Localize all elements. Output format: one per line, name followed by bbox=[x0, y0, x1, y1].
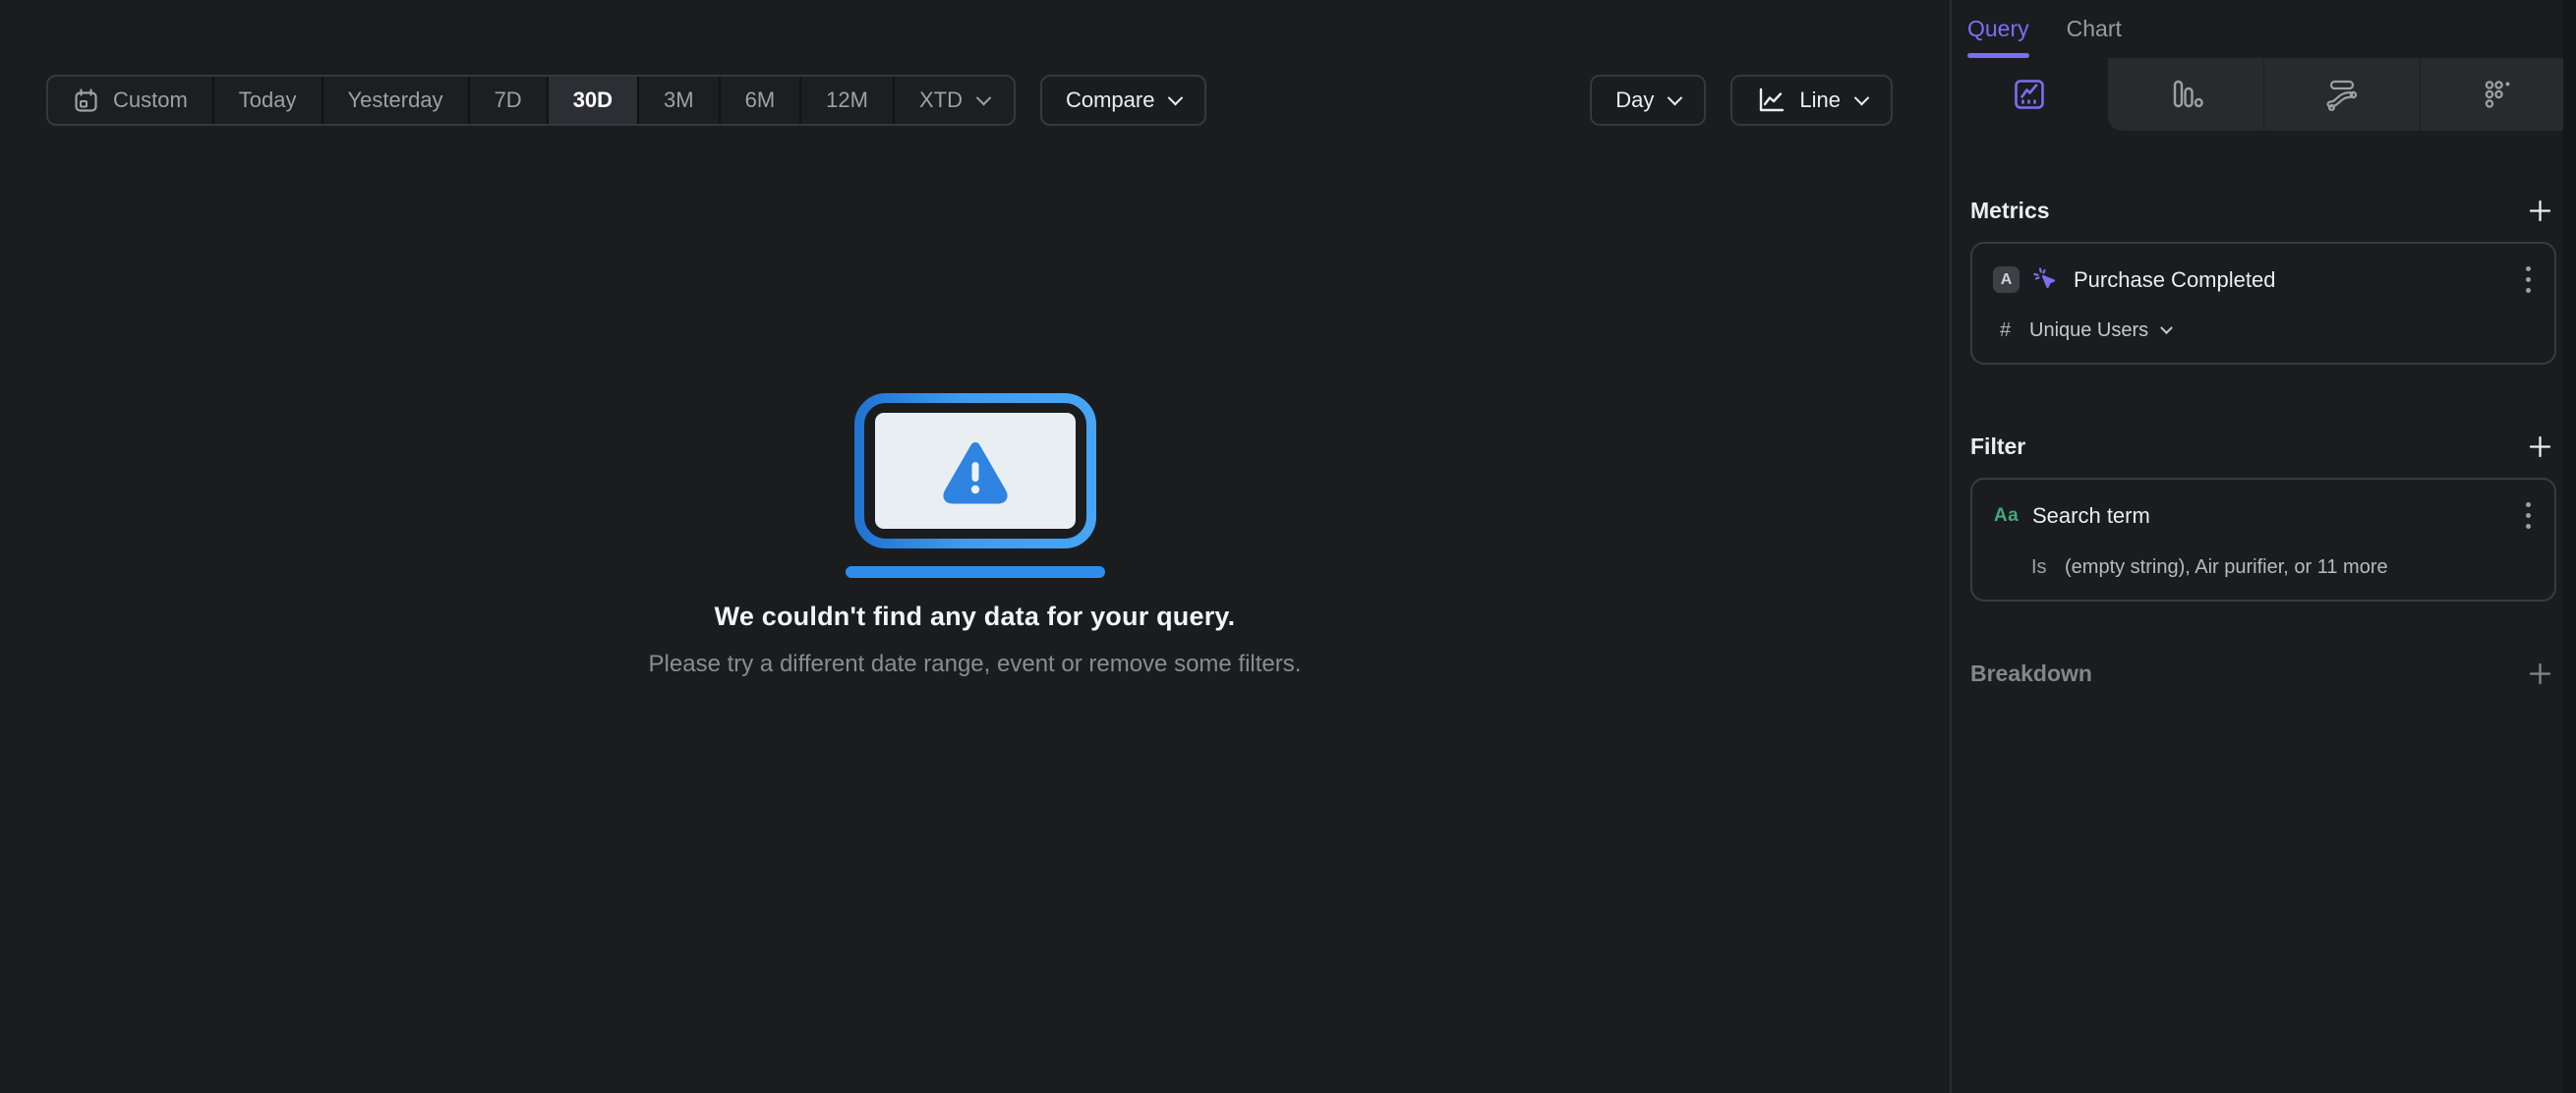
funnels-icon bbox=[2167, 76, 2204, 113]
query-type-tab-strip bbox=[1952, 58, 2576, 131]
chart-toolbar: Custom Today Yesterday 7D 30D 3M 6M 12M … bbox=[46, 75, 1893, 126]
empty-state: We couldn't find any data for your query… bbox=[0, 391, 1950, 678]
metric-card[interactable]: A Purchase Completed # Unique Users bbox=[1970, 242, 2556, 365]
metrics-heading: Metrics bbox=[1970, 197, 2050, 223]
compare-dropdown[interactable]: Compare bbox=[1039, 75, 1207, 126]
granularity-dropdown[interactable]: Day bbox=[1590, 75, 1707, 126]
tab-query[interactable]: Query bbox=[1967, 0, 2029, 58]
add-metric-button[interactable] bbox=[2523, 194, 2556, 227]
tab-chart[interactable]: Chart bbox=[2067, 0, 2122, 58]
add-breakdown-button[interactable] bbox=[2523, 657, 2556, 690]
query-type-insights-tab[interactable] bbox=[1952, 58, 2108, 131]
query-builder-sidebar: Query Chart Metrics A Purchase Completed… bbox=[1952, 0, 2576, 1093]
metric-event-name[interactable]: Purchase Completed bbox=[2074, 267, 2520, 293]
filter-operator[interactable]: Is bbox=[2031, 556, 2065, 579]
date-range-toolbar: Custom Today Yesterday 7D 30D 3M 6M 12M … bbox=[46, 75, 1207, 126]
query-type-retention-tab[interactable] bbox=[2419, 58, 2576, 131]
empty-state-title: We couldn't find any data for your query… bbox=[714, 602, 1236, 631]
filter-value[interactable]: (empty string), Air purifier, or 11 more bbox=[2065, 556, 2388, 579]
filter-card[interactable]: Aa Search term Is (empty string), Air pu… bbox=[1970, 478, 2556, 602]
range-30d-button[interactable]: 30D bbox=[548, 77, 640, 124]
query-type-funnels-tab[interactable] bbox=[2108, 58, 2263, 131]
chevron-down-icon bbox=[1853, 89, 1870, 105]
chevron-down-icon bbox=[2160, 321, 2174, 335]
chevron-down-icon bbox=[1668, 89, 1683, 105]
filter-kebab-menu[interactable] bbox=[2520, 498, 2537, 533]
count-hash-icon: # bbox=[2000, 319, 2012, 341]
aggregation-dropdown[interactable]: Unique Users bbox=[2029, 319, 2174, 342]
chart-display-toolbar: Day Line bbox=[1590, 75, 1893, 126]
range-12m-button[interactable]: 12M bbox=[801, 77, 895, 124]
metric-card-event-row: A Purchase Completed bbox=[1972, 262, 2554, 297]
retention-icon bbox=[2480, 76, 2517, 113]
filter-card-condition-row: Is (empty string), Air purifier, or 11 m… bbox=[1972, 556, 2554, 579]
range-7d-button[interactable]: 7D bbox=[470, 77, 549, 124]
chart-type-dropdown[interactable]: Line bbox=[1730, 75, 1893, 126]
metrics-section-header: Metrics bbox=[1970, 194, 2556, 227]
flows-icon bbox=[2323, 76, 2361, 113]
event-cursor-sparkle-icon bbox=[2031, 265, 2061, 295]
range-6m-button[interactable]: 6M bbox=[721, 77, 802, 124]
metric-card-aggregation-row: # Unique Users bbox=[1972, 319, 2554, 342]
sidebar-tabs: Query Chart bbox=[1952, 0, 2576, 58]
range-3m-button[interactable]: 3M bbox=[639, 77, 721, 124]
range-xtd-dropdown[interactable]: XTD bbox=[895, 77, 1014, 124]
range-today-button[interactable]: Today bbox=[214, 77, 323, 124]
filter-property-name[interactable]: Search term bbox=[2032, 503, 2520, 529]
no-data-laptop-warning-illustration bbox=[845, 391, 1106, 578]
chevron-down-icon bbox=[975, 89, 992, 105]
series-letter-badge: A bbox=[1993, 266, 2020, 293]
main-chart-area: Custom Today Yesterday 7D 30D 3M 6M 12M … bbox=[0, 0, 1950, 1093]
date-range-segmented-control: Custom Today Yesterday 7D 30D 3M 6M 12M … bbox=[46, 75, 1016, 126]
filter-section-header: Filter bbox=[1970, 430, 2556, 463]
sidebar-scrollbar-track[interactable] bbox=[2563, 0, 2576, 1093]
range-label: Custom bbox=[113, 87, 188, 112]
query-builder-content: Metrics A Purchase Completed # Unique Us… bbox=[1952, 194, 2576, 690]
calendar-icon bbox=[73, 87, 99, 114]
breakdown-heading: Breakdown bbox=[1970, 660, 2092, 686]
query-type-flows-tab[interactable] bbox=[2262, 58, 2420, 131]
line-chart-icon bbox=[1756, 86, 1786, 115]
query-type-inactive-tabs bbox=[2107, 58, 2576, 131]
range-custom-button[interactable]: Custom bbox=[48, 77, 214, 124]
metric-kebab-menu[interactable] bbox=[2520, 262, 2537, 297]
string-property-type-icon: Aa bbox=[1993, 504, 2020, 526]
filter-card-property-row: Aa Search term bbox=[1972, 498, 2554, 533]
breakdown-section-header: Breakdown bbox=[1970, 657, 2556, 690]
chevron-down-icon bbox=[1168, 89, 1184, 105]
insights-icon bbox=[2011, 76, 2048, 113]
filter-heading: Filter bbox=[1970, 432, 2026, 459]
add-filter-button[interactable] bbox=[2523, 430, 2556, 463]
empty-state-subtitle: Please try a different date range, event… bbox=[648, 651, 1302, 677]
range-yesterday-button[interactable]: Yesterday bbox=[323, 77, 470, 124]
